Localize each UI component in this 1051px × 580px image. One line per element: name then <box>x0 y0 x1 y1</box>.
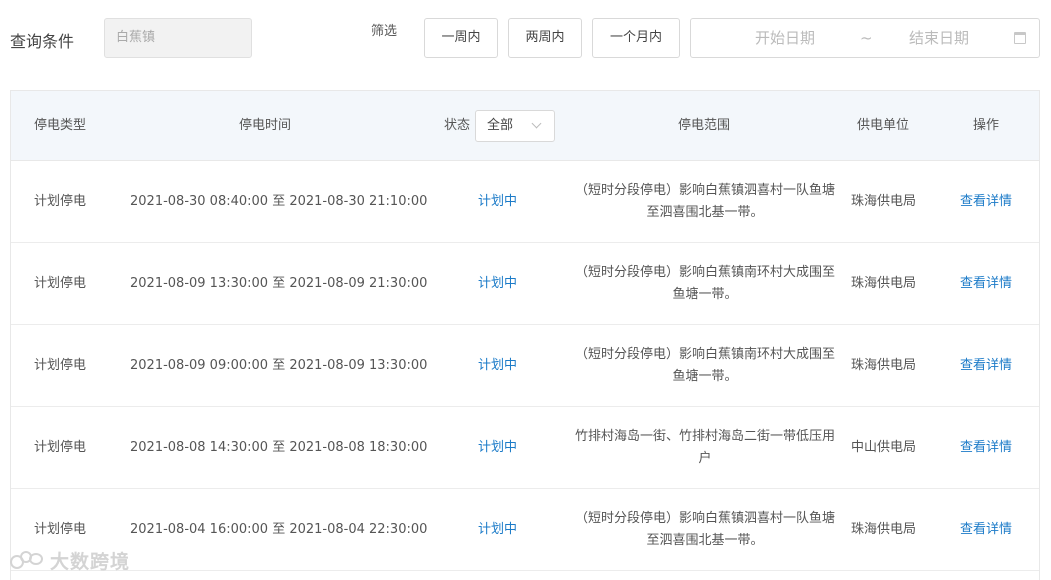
cell-unit: 中山供电局 <box>851 440 917 455</box>
end-date-input[interactable]: 结束日期 <box>909 19 969 57</box>
cell-time: 2021-08-09 09:00:00 至 2021-08-09 13:30:0… <box>130 358 428 373</box>
table-row: 计划停电 2021-08-30 08:40:00 至 2021-08-30 21… <box>11 161 1039 243</box>
calendar-icon[interactable] <box>1014 32 1026 44</box>
cell-range: （短时分段停电）影响白蕉镇南环村大成围至鱼塘一带。 <box>575 265 836 302</box>
view-details-link[interactable]: 查看详情 <box>960 325 1012 407</box>
cell-type: 计划停电 <box>34 440 87 455</box>
cell-time: 2021-08-30 08:40:00 至 2021-08-30 21:10:0… <box>130 194 428 209</box>
cell-status: 计划中 <box>478 276 518 291</box>
view-details-link[interactable]: 查看详情 <box>960 243 1012 325</box>
status-filter-select[interactable]: 全部 <box>475 110 555 142</box>
view-details-link[interactable]: 查看详情 <box>960 489 1012 571</box>
header-type: 停电类型 <box>34 118 87 133</box>
cell-unit: 珠海供电局 <box>851 194 917 209</box>
header-unit: 供电单位 <box>857 118 910 133</box>
header-time: 停电时间 <box>239 118 292 133</box>
header-range: 停电范围 <box>678 118 731 133</box>
cell-time: 2021-08-04 16:00:00 至 2021-08-04 22:30:0… <box>130 522 428 537</box>
filter-one-month-button[interactable]: 一个月内 <box>592 18 680 58</box>
view-details-link[interactable]: 查看详情 <box>960 407 1012 489</box>
view-details-link[interactable]: 查看详情 <box>960 161 1012 243</box>
outage-table: 停电类型 停电时间 状态 全部 停电范围 供电单位 操作 计划停电 2021-0… <box>10 90 1040 580</box>
watermark-logo-icon <box>10 549 44 571</box>
header-action: 操作 <box>973 118 1000 133</box>
watermark: 大数跨境 <box>10 546 130 574</box>
cell-time: 2021-08-09 13:30:00 至 2021-08-09 21:30:0… <box>130 276 428 291</box>
cell-unit: 珠海供电局 <box>851 276 917 291</box>
cell-unit: 珠海供电局 <box>851 358 917 373</box>
cell-range: 竹排村海岛一街、竹排村海岛二街一带低压用户 <box>575 429 836 466</box>
filter-label: 筛选 <box>371 24 398 39</box>
cell-type: 计划停电 <box>34 276 87 291</box>
filter-one-week-button[interactable]: 一周内 <box>424 18 498 58</box>
table-row: 计划停电 2021-08-09 13:30:00 至 2021-08-09 21… <box>11 243 1039 325</box>
date-separator: ~ <box>860 29 873 47</box>
start-date-input[interactable]: 开始日期 <box>755 19 815 57</box>
cell-type: 计划停电 <box>34 358 87 373</box>
cell-range: （短时分段停电）影响白蕉镇南环村大成围至鱼塘一带。 <box>575 347 836 384</box>
table-row: 计划停电 2021-08-08 14:30:00 至 2021-08-08 18… <box>11 407 1039 489</box>
date-range-picker[interactable]: 开始日期 ~ 结束日期 <box>690 18 1040 58</box>
cell-range: （短时分段停电）影响白蕉镇泗喜村一队鱼塘至泗喜围北基一带。 <box>575 511 836 548</box>
query-label: 查询条件 <box>10 32 75 51</box>
chevron-down-icon <box>531 118 542 129</box>
cell-unit: 珠海供电局 <box>851 522 917 537</box>
cell-type: 计划停电 <box>34 194 87 209</box>
table-row: 计划停电 2021-08-09 09:00:00 至 2021-08-09 13… <box>11 325 1039 407</box>
town-input[interactable]: 白蕉镇 <box>104 18 252 58</box>
filter-two-weeks-button[interactable]: 两周内 <box>508 18 582 58</box>
query-bar: 查询条件 白蕉镇 筛选 一周内 两周内 一个月内 开始日期 ~ 结束日期 <box>0 0 1051 80</box>
cell-status: 计划中 <box>478 440 518 455</box>
status-filter-value: 全部 <box>487 118 514 133</box>
table-row: 计划停电 2021-08-04 16:00:00 至 2021-08-04 22… <box>11 489 1039 571</box>
watermark-text: 大数跨境 <box>50 550 131 573</box>
cell-time: 2021-08-08 14:30:00 至 2021-08-08 18:30:0… <box>130 440 428 455</box>
header-status: 状态 <box>444 118 471 133</box>
cell-status: 计划中 <box>478 194 518 209</box>
cell-range: （短时分段停电）影响白蕉镇泗喜村一队鱼塘至泗喜围北基一带。 <box>575 183 836 220</box>
cell-status: 计划中 <box>478 358 518 373</box>
table-header: 停电类型 停电时间 状态 全部 停电范围 供电单位 操作 <box>11 91 1039 161</box>
cell-status: 计划中 <box>478 522 518 537</box>
